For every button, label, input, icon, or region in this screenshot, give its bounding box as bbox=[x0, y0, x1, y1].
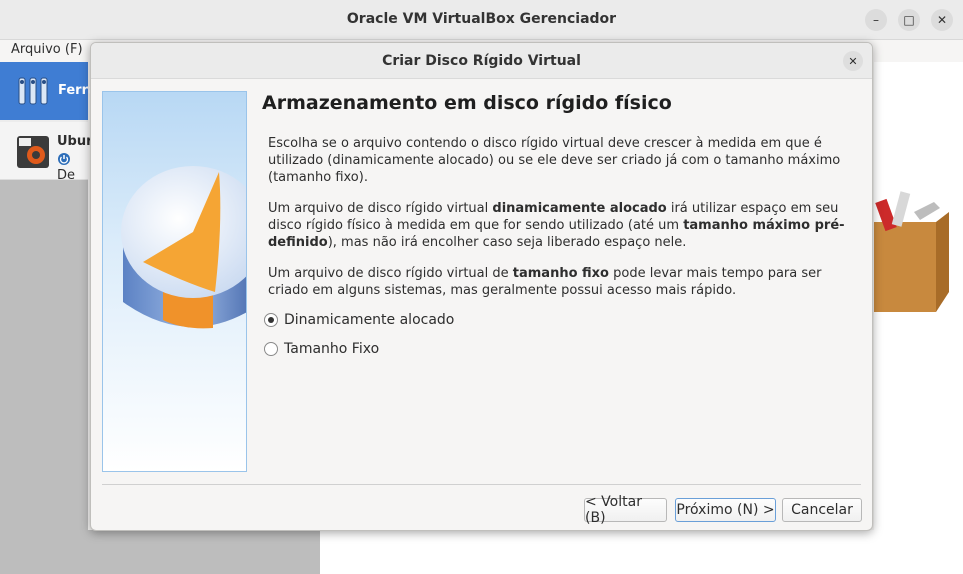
window-title: Oracle VM VirtualBox Gerenciador bbox=[346, 11, 617, 27]
minimize-button[interactable]: – bbox=[865, 9, 887, 31]
cancel-button[interactable]: Cancelar bbox=[782, 498, 862, 522]
text-bold: dinamicamente alocado bbox=[492, 201, 667, 216]
text-bold: tamanho fixo bbox=[512, 266, 609, 281]
next-button[interactable]: Próximo (N) > bbox=[675, 498, 776, 522]
radio-fixed[interactable]: Tamanho Fixo bbox=[264, 341, 379, 357]
details-pane bbox=[874, 62, 963, 574]
vm-state: De bbox=[57, 152, 88, 183]
create-disk-dialog: Criar Disco Rígido Virtual ✕ Armazenamen… bbox=[90, 42, 873, 531]
radio-dynamic[interactable]: Dinamicamente alocado bbox=[264, 312, 454, 328]
description-paragraph-3: Um arquivo de disco rígido virtual de ta… bbox=[268, 265, 858, 299]
sidebar-bottom-area bbox=[88, 530, 320, 574]
sidebar-item-tools[interactable]: Ferra bbox=[0, 62, 97, 120]
vm-name: Ubur bbox=[57, 134, 93, 149]
power-off-icon bbox=[58, 153, 70, 165]
radio-dot-checked[interactable] bbox=[264, 313, 278, 327]
text-fragment: Um arquivo de disco rígido virtual de bbox=[268, 266, 513, 281]
description-paragraph-2: Um arquivo de disco rígido virtual dinam… bbox=[268, 200, 858, 251]
hard-disk-icon bbox=[121, 166, 246, 329]
sidebar: Ferra Ubur De bbox=[0, 62, 97, 574]
button-separator bbox=[102, 484, 861, 485]
back-button[interactable]: < Voltar (B) bbox=[584, 494, 667, 526]
text-fragment: Um arquivo de disco rígido virtual bbox=[268, 201, 493, 216]
toolbox-illustration-icon bbox=[874, 191, 949, 312]
dialog-titlebar: Criar Disco Rígido Virtual ✕ bbox=[91, 43, 872, 79]
sidebar-item-vm[interactable]: Ubur De bbox=[0, 122, 93, 183]
dialog-close-button[interactable]: ✕ bbox=[843, 51, 863, 71]
window-close-button[interactable]: ✕ bbox=[931, 9, 953, 31]
sidebar-empty-area bbox=[0, 180, 88, 574]
radio-dot[interactable] bbox=[264, 342, 278, 356]
menu-file[interactable]: Arquivo (F) bbox=[11, 42, 83, 57]
dialog-title: Criar Disco Rígido Virtual bbox=[382, 53, 581, 69]
description-paragraph-1: Escolha se o arquivo contendo o disco rí… bbox=[268, 136, 841, 185]
details-bottom-area bbox=[320, 530, 963, 574]
main-titlebar: Oracle VM VirtualBox Gerenciador – □ ✕ bbox=[0, 0, 963, 40]
page-heading: Armazenamento em disco rígido físico bbox=[262, 92, 672, 114]
tools-icon bbox=[18, 77, 48, 105]
radio-dynamic-label: Dinamicamente alocado bbox=[284, 312, 455, 328]
disk-illustration bbox=[102, 91, 247, 472]
ubuntu-vm-icon bbox=[17, 136, 49, 168]
radio-fixed-label: Tamanho Fixo bbox=[284, 341, 380, 357]
maximize-button[interactable]: □ bbox=[898, 9, 920, 31]
text-fragment: ), mas não irá encolher caso seja libera… bbox=[327, 235, 687, 250]
